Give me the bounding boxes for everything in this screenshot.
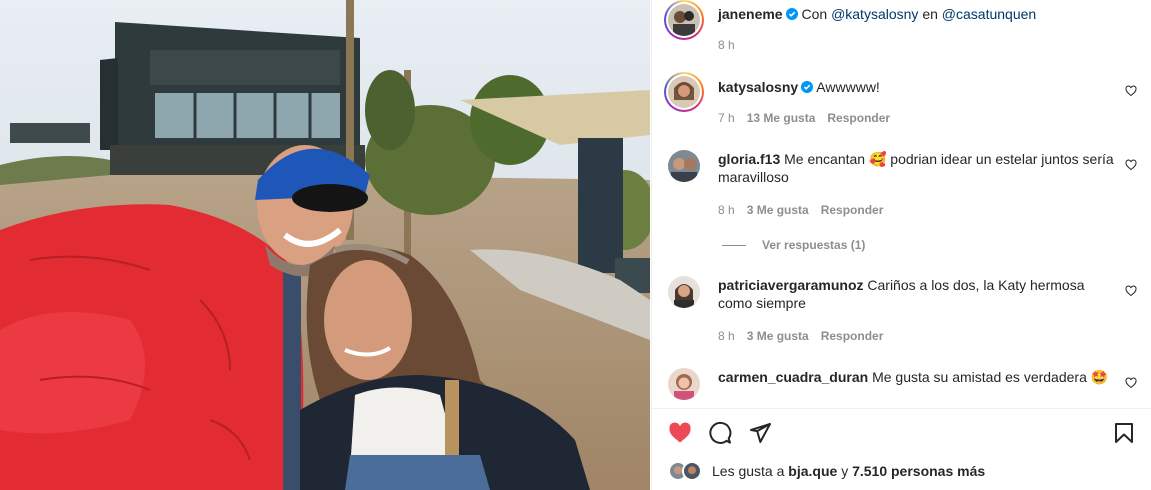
- author-username[interactable]: janeneme: [718, 6, 783, 22]
- commenter-avatar[interactable]: [668, 276, 700, 308]
- comment-item: gloria.f13 Me encantan 🥰 podrian idear u…: [652, 150, 1151, 230]
- view-replies-button[interactable]: Ver respuestas (1): [722, 238, 865, 252]
- comment-username[interactable]: katysalosny: [718, 79, 798, 95]
- caption-mention-katysalosny[interactable]: @katysalosny: [831, 6, 918, 22]
- comment-body: Awwwww!: [816, 79, 880, 95]
- bookmark-icon[interactable]: [1112, 421, 1136, 445]
- comment-like-heart-icon[interactable]: [1125, 159, 1137, 171]
- comment-time: 7 h: [718, 111, 735, 125]
- likes-count[interactable]: 7.510 personas más: [852, 463, 985, 479]
- comment-bubble-icon[interactable]: [708, 421, 732, 445]
- comment-time: 8 h: [718, 203, 735, 217]
- comment-username[interactable]: gloria.f13: [718, 151, 780, 167]
- comment-time: 8 h: [718, 329, 735, 343]
- comment-like-heart-icon[interactable]: [1125, 377, 1137, 389]
- caption-prefix: Con: [801, 6, 828, 22]
- comment-username[interactable]: patriciavergaramunoz: [718, 277, 864, 293]
- post-time: 8 h: [718, 38, 735, 52]
- heart-filled-icon[interactable]: [668, 421, 692, 445]
- comment-meta: 8 h 3 Me gusta Responder: [718, 202, 895, 218]
- view-replies-line: [722, 245, 746, 247]
- caption-time: 8 h: [718, 37, 747, 53]
- comment-text-row: gloria.f13 Me encantan 🥰 podrian idear u…: [718, 150, 1118, 186]
- likes-text: Les gusta a bja.que y 7.510 personas más: [712, 460, 985, 482]
- photo-illustration: [0, 0, 650, 490]
- view-replies-label: Ver respuestas (1): [762, 238, 866, 252]
- post-actions-bar: [652, 408, 1151, 454]
- comment-username[interactable]: carmen_cuadra_duran: [718, 369, 868, 385]
- comment-like-heart-icon[interactable]: [1125, 85, 1137, 97]
- comment-likes-count[interactable]: 3 Me gusta: [747, 203, 809, 217]
- likes-prefix: Les gusta a: [712, 463, 785, 479]
- comment-item: carmen_cuadra_duran Me gusta su amistad …: [652, 368, 1151, 408]
- author-avatar-ring[interactable]: [664, 0, 704, 40]
- liker-avatar: [682, 461, 702, 481]
- post-photo[interactable]: [0, 0, 650, 490]
- verified-badge-icon: [785, 8, 798, 20]
- commenter-avatar[interactable]: [668, 368, 700, 400]
- comment-text-row: katysalosny Awwwww!: [718, 78, 1118, 96]
- reply-button[interactable]: Responder: [821, 203, 884, 217]
- post-detail-panel: janeneme Con @katysalosny en @casatunque…: [651, 0, 1151, 490]
- comment-likes-count[interactable]: 3 Me gusta: [747, 329, 809, 343]
- comment-text-row: patriciavergaramunoz Cariños a los dos, …: [718, 276, 1118, 312]
- comment-likes-count[interactable]: 13 Me gusta: [747, 111, 816, 125]
- likes-middle: y: [841, 463, 849, 479]
- comment-item: katysalosny Awwwww! 7 h 13 Me gusta Respon…: [652, 72, 1151, 132]
- verified-badge-icon: [801, 81, 814, 93]
- caption-row: janeneme Con @katysalosny en @casatunque…: [652, 0, 1151, 60]
- comment-body: Me gusta su amistad es verdadera 🤩: [872, 369, 1109, 385]
- commenter-avatar: [668, 76, 700, 108]
- caption-middle: en: [922, 6, 938, 22]
- caption-mention-casatunquen[interactable]: @casatunquen: [942, 6, 1036, 22]
- reply-button[interactable]: Responder: [821, 329, 884, 343]
- caption-text: janeneme Con @katysalosny en @casatunque…: [718, 5, 1118, 23]
- comment-meta: 7 h 13 Me gusta Responder: [718, 110, 902, 126]
- reply-button[interactable]: Responder: [827, 111, 890, 125]
- likes-user[interactable]: bja.que: [788, 463, 837, 479]
- paper-plane-icon[interactable]: [748, 421, 772, 445]
- comment-meta: 8 h 3 Me gusta Responder: [718, 328, 895, 344]
- commenter-avatar-ring[interactable]: [664, 72, 704, 112]
- author-avatar: [668, 4, 700, 36]
- comment-item: patriciavergaramunoz Cariños a los dos, …: [652, 276, 1151, 356]
- comment-text-row: carmen_cuadra_duran Me gusta su amistad …: [718, 368, 1118, 386]
- comment-like-heart-icon[interactable]: [1125, 285, 1137, 297]
- commenter-avatar[interactable]: [668, 150, 700, 182]
